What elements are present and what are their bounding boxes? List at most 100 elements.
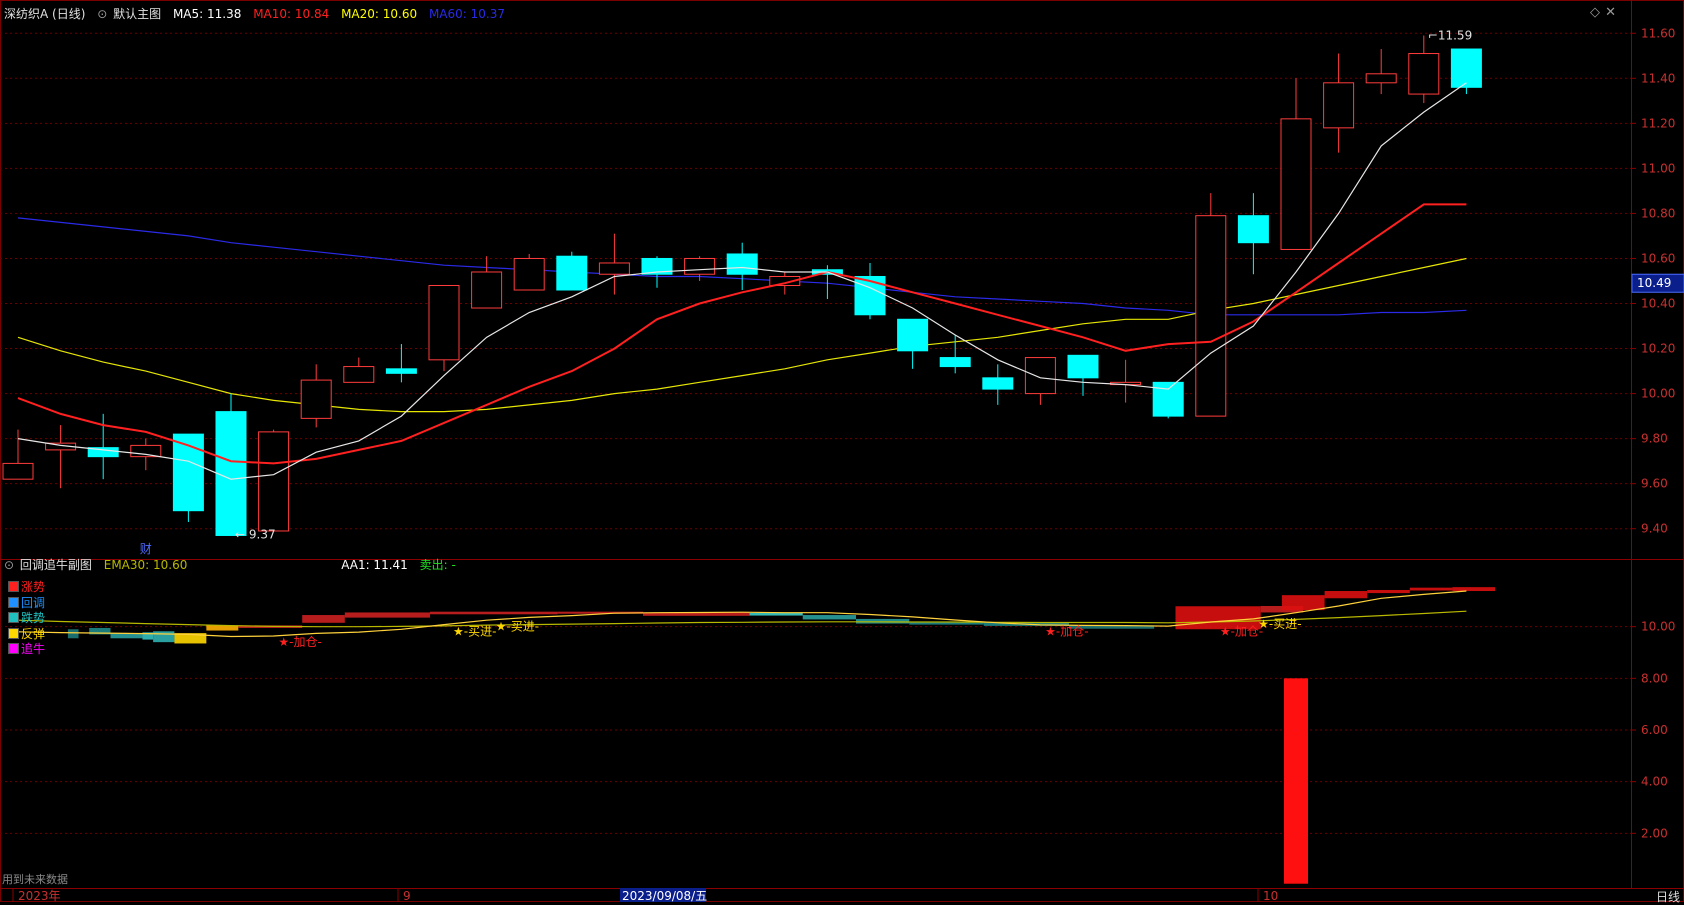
candle-body: [2, 462, 34, 480]
signal-block: [1409, 587, 1453, 591]
candle-body: [258, 431, 290, 532]
signal-label: ★-加仓-: [1045, 625, 1088, 639]
candle-body: [1067, 354, 1099, 379]
time-axis-label: 2023年: [18, 889, 61, 902]
legend-item-fall: 跌势: [8, 611, 45, 627]
price-tick-label: 11.00: [1641, 161, 1675, 175]
legend-swatch: [8, 612, 19, 624]
time-axis-label: 10: [1263, 889, 1278, 902]
candle-body: [215, 411, 247, 536]
signal-block: [1367, 589, 1410, 594]
legend-swatch: [8, 596, 19, 608]
chart-name[interactable]: 默认主图: [113, 7, 161, 21]
low-price-label: ← 9.37: [235, 527, 276, 541]
candle-body: [385, 368, 417, 374]
signal-block: [909, 622, 984, 625]
sub-chart-name[interactable]: 回调追牛副图: [20, 558, 92, 572]
candle-body: [897, 318, 929, 352]
signal-block: [749, 612, 803, 616]
candle-body: [1237, 215, 1269, 244]
sell-label: 卖出: -: [419, 558, 456, 572]
signal-label: ★-加仓-: [278, 635, 321, 649]
sub-tick-label: 6.00: [1641, 723, 1668, 737]
legend-item-rebound: 反弹: [8, 627, 45, 643]
current-price-label: 10.49: [1637, 276, 1671, 290]
candle-body: [513, 257, 545, 291]
candle-body: [471, 271, 503, 309]
candle-body: [556, 255, 588, 291]
signal-block: [1324, 591, 1368, 599]
candle-body: [300, 379, 332, 419]
price-tick-label: 9.40: [1641, 522, 1668, 536]
main-chart-header: 深纺织A (日线) ⊙ 默认主图 MA5: 11.38 MA10: 10.84 …: [4, 5, 513, 22]
candle-body: [684, 257, 716, 275]
signal-block: [302, 615, 345, 623]
signal-block: [802, 615, 856, 620]
candle-body: [1450, 48, 1482, 88]
legend-swatch: [8, 643, 19, 655]
signal-legend: 涨势 回调 跌势 反弹 追牛: [8, 580, 45, 658]
candle-body: [1408, 53, 1440, 95]
signal-volume-bar: [1284, 678, 1308, 884]
candle-body: [343, 366, 375, 383]
candle-body: [1024, 357, 1056, 395]
candle-body: [982, 377, 1014, 390]
ema30-label: EMA30: 10.60: [103, 558, 188, 572]
price-tick-label: 11.40: [1641, 71, 1675, 85]
candle-body: [1195, 215, 1227, 417]
price-tick-label: 10.20: [1641, 342, 1675, 356]
candle-body: [598, 262, 630, 275]
sub-tick-label: 4.00: [1641, 775, 1668, 789]
close-icon[interactable]: ✕: [1605, 5, 1616, 20]
signal-block: [153, 631, 175, 643]
candle-body: [854, 275, 886, 316]
signal-block: [1452, 587, 1495, 592]
price-tick-label: 9.60: [1641, 477, 1668, 491]
signal-block: [67, 629, 79, 639]
price-tick-label: 9.80: [1641, 432, 1668, 446]
stock-title[interactable]: 深纺织A (日线): [4, 7, 85, 21]
legend-swatch: [8, 627, 19, 639]
time-axis-label: 9: [403, 889, 411, 902]
ma20-label: MA20: 10.60: [341, 7, 418, 21]
price-tick-label: 10.00: [1641, 387, 1675, 401]
fundamentals-marker: 财: [140, 542, 152, 556]
sub-tick-label: 8.00: [1641, 671, 1668, 685]
candle-body: [1323, 82, 1355, 129]
signal-label: ★-买进-: [1258, 617, 1301, 631]
time-axis-label: 2023/09/08/五: [622, 889, 707, 902]
price-tick-label: 10.40: [1641, 297, 1675, 311]
price-tick-label: 11.60: [1641, 26, 1675, 40]
candle-body: [428, 284, 460, 361]
sub-chart-header: ⊙ 回调追牛副图 EMA30: 10.60 AA1: 11.41 卖出: -: [4, 556, 464, 573]
aa1-label: AA1: 11.41: [341, 558, 408, 572]
future-data-note: 用到未来数据: [2, 873, 68, 886]
signal-label: ★-买进-: [496, 619, 539, 633]
outer-frame: [0, 0, 1684, 902]
ma10-label: MA10: 10.84: [253, 7, 330, 21]
diamond-icon[interactable]: ◇: [1590, 5, 1600, 20]
price-tick-label: 10.60: [1641, 251, 1675, 265]
legend-item-pullback: 回调: [8, 596, 45, 612]
signal-label: ★-买进-: [453, 625, 496, 639]
sub-tick-label: 2.00: [1641, 826, 1668, 840]
legend-item-rise: 涨势: [8, 580, 45, 596]
legend-swatch: [8, 581, 19, 592]
legend-item-bull: 追牛: [8, 642, 45, 658]
sub-dropdown-icon[interactable]: ⊙: [4, 558, 14, 572]
signal-label: ★-加仓-: [1220, 625, 1263, 639]
price-tick-label: 11.20: [1641, 116, 1675, 130]
high-price-label: ⌐11.59: [1428, 29, 1472, 43]
candle-body: [1365, 73, 1397, 84]
signal-block: [1282, 595, 1325, 611]
period-button[interactable]: 日线: [1656, 888, 1680, 905]
signal-block: [344, 612, 430, 618]
sub-tick-label: 10.00: [1641, 620, 1675, 634]
candle-body: [726, 253, 758, 275]
price-tick-label: 10.80: [1641, 206, 1675, 220]
ma5-label: MA5: 11.38: [172, 7, 242, 21]
candle-body: [1280, 118, 1312, 250]
candle-body: [939, 357, 971, 368]
chart-dropdown-icon[interactable]: ⊙: [97, 7, 107, 21]
kline-chart[interactable]: 9.40 9.60 9.80 10.00 10.20 10.40 10.60 10.80 11.…: [0, 0, 1684, 902]
